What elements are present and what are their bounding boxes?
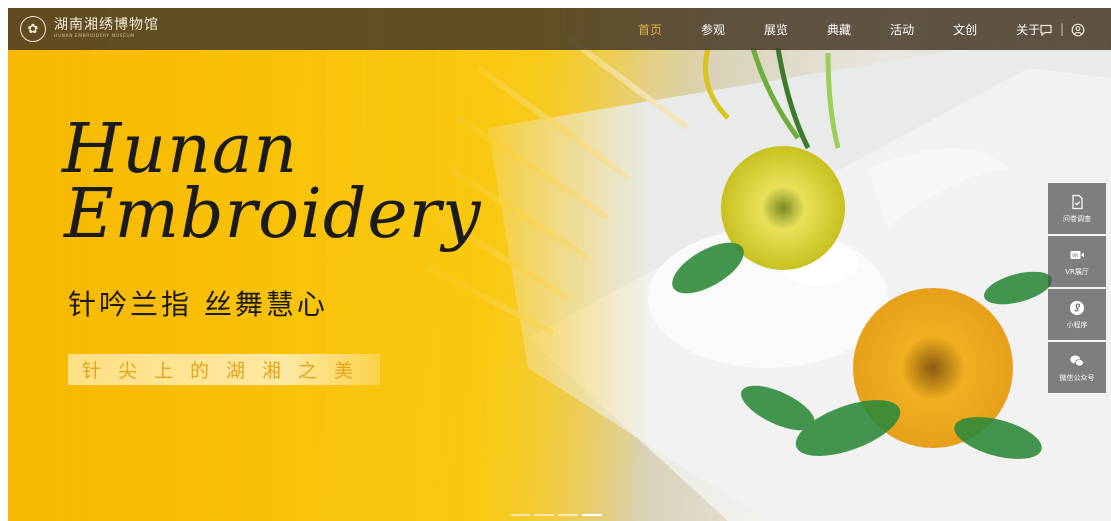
carousel-dot[interactable]: [558, 514, 578, 516]
nav-item-creative[interactable]: 文创: [953, 21, 977, 38]
brand-name-cn: 湖南湘绣博物馆: [54, 17, 159, 34]
header-utilities: |: [1039, 8, 1085, 50]
hero-title-line2: Embroidery: [64, 174, 482, 254]
hero-ribbon-text: 针尖上的湖湘之美: [82, 360, 371, 382]
brand-name-en: HUNAN EMBROIDERY MUSEUM: [54, 34, 135, 40]
vr-hall-button[interactable]: VR VR展厅: [1048, 236, 1106, 287]
vr-icon: VR: [1070, 250, 1084, 259]
chat-icon[interactable]: [1039, 22, 1053, 37]
carousel-dot[interactable]: [534, 514, 554, 516]
carousel-dot-active[interactable]: [582, 514, 602, 516]
hero-banner: [8, 8, 1111, 521]
survey-icon: [1072, 194, 1083, 209]
survey-button[interactable]: 问卷调查: [1048, 183, 1106, 234]
museum-emblem-icon: ✿: [20, 16, 46, 42]
hero-slogan: 针吟兰指 丝舞慧心: [68, 288, 328, 321]
nav-item-about[interactable]: 关于: [1016, 21, 1040, 38]
brand-text: 湖南湘绣博物馆 HUNAN EMBROIDERY MUSEUM: [54, 18, 159, 40]
user-icon[interactable]: [1071, 22, 1085, 37]
survey-label: 问卷调查: [1063, 214, 1091, 223]
nav-item-collections[interactable]: 典藏: [827, 21, 851, 38]
wechat-icon: [1070, 355, 1084, 366]
hero-embroidery-image: [8, 8, 1111, 521]
vr-hall-label: VR展厅: [1065, 267, 1089, 276]
top-navigation-bar: ✿ 湖南湘绣博物馆 HUNAN EMBROIDERY MUSEUM 首页 参观 …: [8, 8, 1111, 50]
carousel-dot[interactable]: [510, 514, 530, 516]
carousel-indicators: [510, 514, 606, 516]
nav-item-exhibitions[interactable]: 展览: [764, 21, 788, 38]
main-nav: 首页 参观 展览 典藏 活动 文创 关于: [638, 8, 1079, 50]
museum-logo[interactable]: ✿ 湖南湘绣博物馆 HUNAN EMBROIDERY MUSEUM: [20, 8, 159, 50]
nav-item-events[interactable]: 活动: [890, 21, 914, 38]
nav-item-visit[interactable]: 参观: [701, 21, 725, 38]
wechat-official-label: 微信公众号: [1059, 373, 1095, 382]
page: ✿ 湖南湘绣博物馆 HUNAN EMBROIDERY MUSEUM 首页 参观 …: [0, 0, 1111, 521]
wechat-official-button[interactable]: 微信公众号: [1048, 342, 1106, 393]
hero-headline: Hunan Embroidery: [62, 110, 482, 254]
header-separator: |: [1059, 22, 1064, 36]
svg-text:VR: VR: [1072, 253, 1078, 259]
mini-program-label: 小程序: [1066, 320, 1088, 329]
hero-title-line1: Hunan: [62, 110, 299, 189]
hero-ribbon: 针尖上的湖湘之美: [68, 354, 380, 385]
mini-program-button[interactable]: 小程序: [1048, 289, 1106, 340]
miniprogram-icon: [1070, 300, 1084, 315]
floating-side-toolbar: 问卷调查 VR VR展厅 小程序 微信公众号: [1048, 183, 1106, 395]
nav-item-home[interactable]: 首页: [638, 21, 662, 38]
